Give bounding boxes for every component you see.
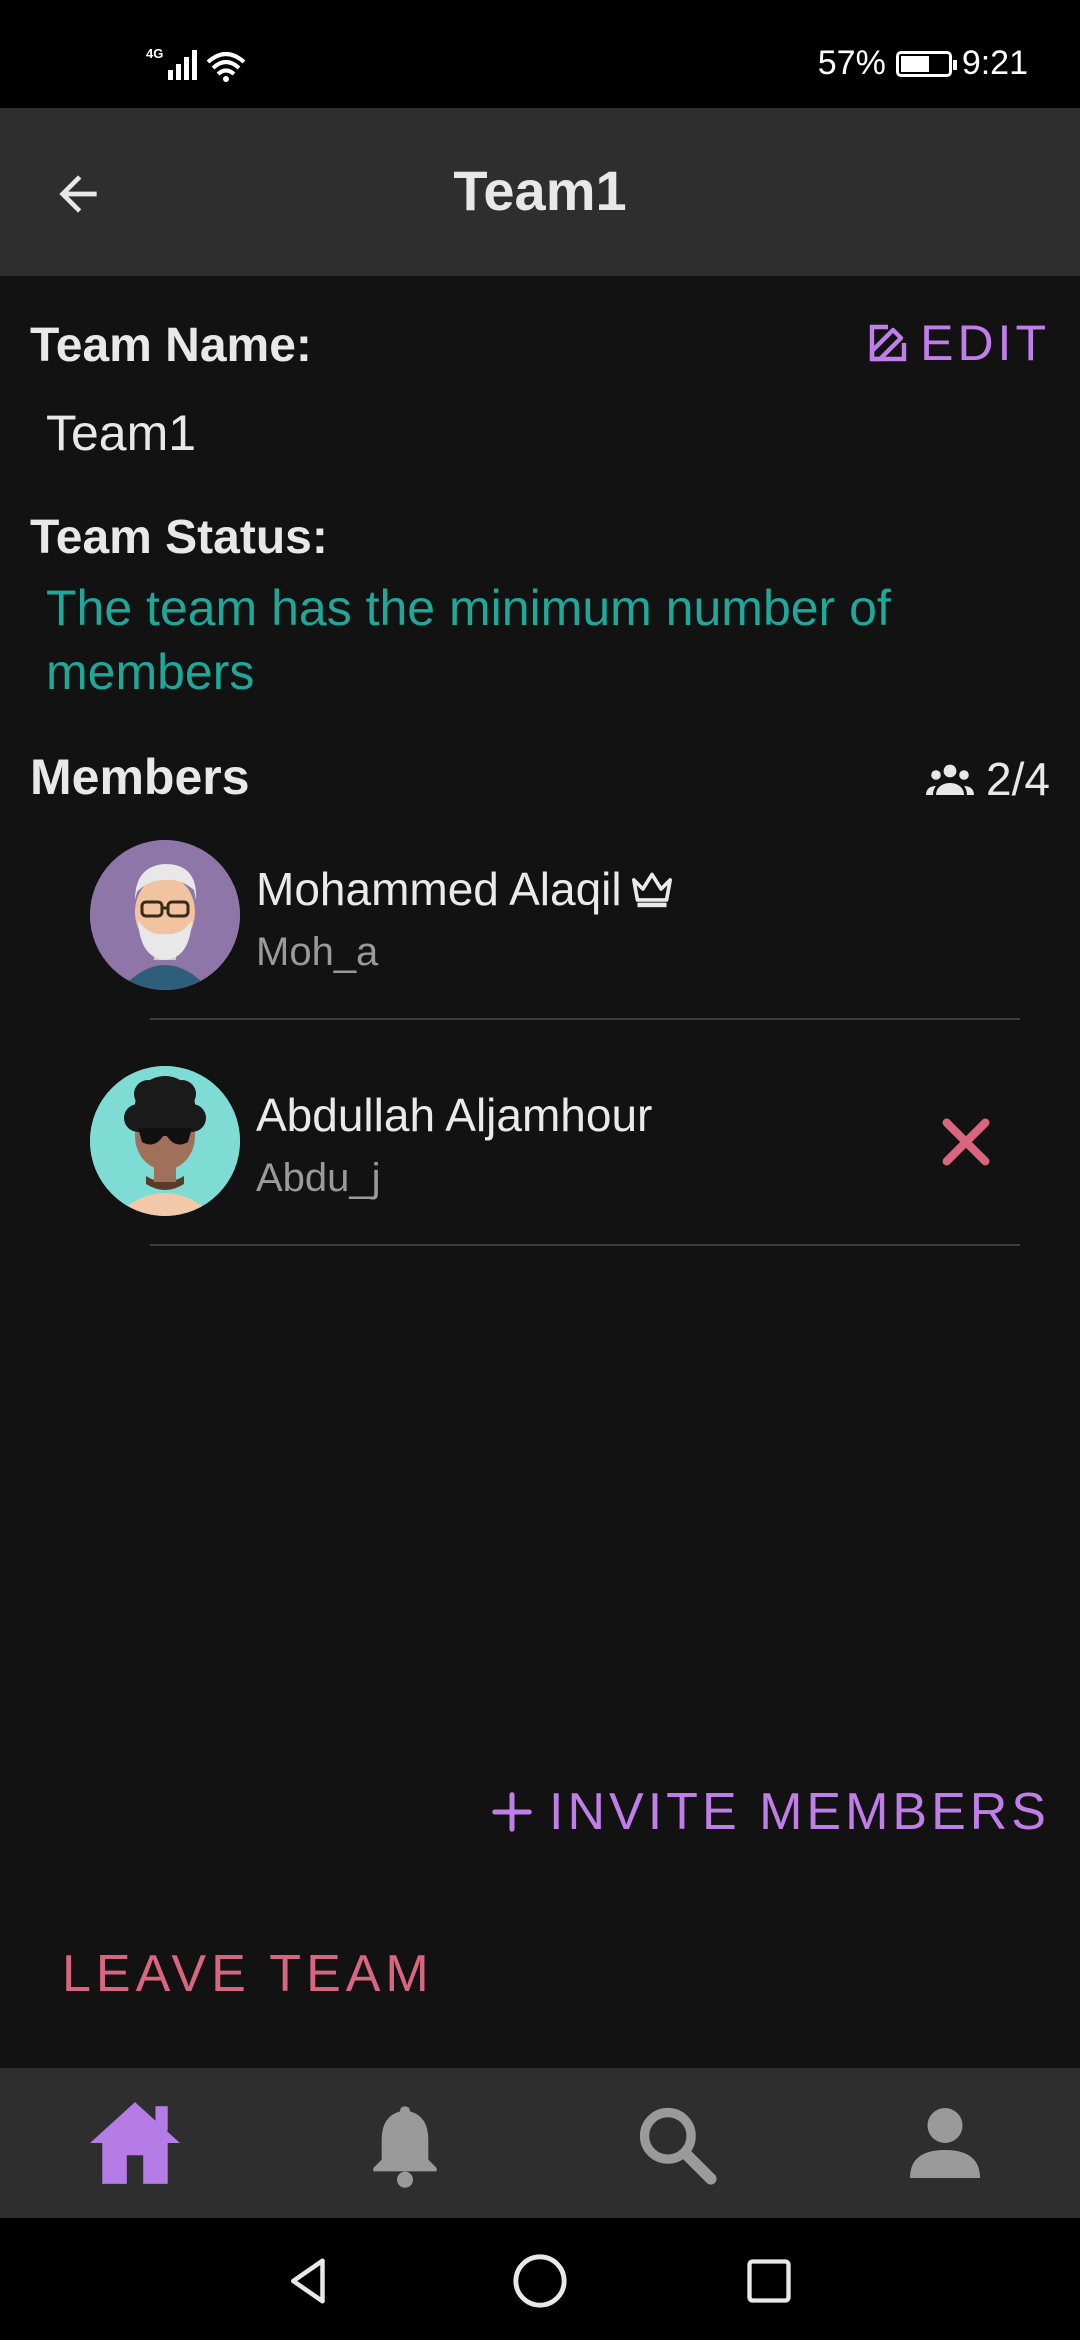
system-nav-bar — [0, 2218, 1080, 2340]
avatar — [90, 840, 240, 990]
signal-icon: 4G — [146, 46, 246, 82]
plus-icon — [492, 1792, 532, 1832]
page-title: Team1 — [453, 159, 627, 222]
divider — [150, 1018, 1020, 1020]
battery-percent: 57% — [817, 44, 886, 82]
bottom-nav — [0, 2068, 1080, 2218]
member-row[interactable]: Mohammed Alaqil Moh_a — [0, 840, 1080, 1066]
svg-text:4G: 4G — [146, 46, 163, 61]
avatar — [90, 1066, 240, 1216]
invite-members-label: INVITE MEMBERS — [549, 1783, 1050, 1841]
members-count-value: 2/4 — [986, 753, 1050, 805]
nav-home[interactable] — [75, 2083, 195, 2203]
invite-members-button[interactable]: INVITE MEMBERS — [489, 1782, 1050, 1842]
team-status-text: The team has the minimum number of membe… — [46, 580, 891, 700]
team-name-label: Team Name: — [30, 319, 312, 372]
edit-button[interactable]: EDIT — [864, 314, 1050, 372]
triangle-back-icon — [291, 2258, 325, 2304]
member-username: Moh_a — [256, 930, 379, 974]
status-right: 57% 9:21 — [818, 44, 1028, 83]
circle-home-icon — [513, 2254, 567, 2308]
edit-label: EDIT — [920, 315, 1050, 371]
member-name: Mohammed Alaqil — [256, 862, 674, 916]
system-back-button[interactable] — [274, 2246, 344, 2316]
member-name: Abdullah Aljamhour — [256, 1089, 653, 1141]
system-home-button[interactable] — [505, 2246, 575, 2316]
bell-icon — [373, 2106, 437, 2188]
nav-notifications[interactable] — [345, 2083, 465, 2203]
edit-icon — [869, 324, 907, 362]
team-status-label: Team Status: — [30, 511, 328, 564]
nav-profile[interactable] — [885, 2083, 1005, 2203]
square-recents-icon — [747, 2259, 791, 2303]
clock: 9:21 — [961, 44, 1028, 82]
person-icon — [910, 2108, 980, 2178]
system-recents-button[interactable] — [734, 2246, 804, 2316]
close-icon — [942, 1118, 990, 1166]
status-bar: 4G 57% 9:21 — [0, 0, 1080, 108]
search-icon — [639, 2107, 717, 2185]
app-bar: Team1 — [0, 108, 1080, 276]
battery-icon — [895, 50, 957, 77]
group-icon — [926, 764, 975, 795]
team-name-value: Team1 — [46, 405, 197, 461]
member-username: Abdu_j — [256, 1156, 381, 1200]
home-icon — [90, 2102, 180, 2184]
member-row[interactable]: Abdullah Aljamhour Abdu_j — [0, 1066, 1080, 1292]
signal-indicators: 4G — [146, 44, 256, 84]
crown-icon — [631, 872, 672, 908]
members-count: 2/4 — [926, 752, 1050, 806]
remove-member-button[interactable] — [930, 1106, 1002, 1178]
members-label: Members — [30, 749, 250, 805]
leave-team-button[interactable]: LEAVE TEAM — [62, 1944, 434, 2004]
nav-search[interactable] — [615, 2083, 735, 2203]
divider — [150, 1244, 1020, 1246]
